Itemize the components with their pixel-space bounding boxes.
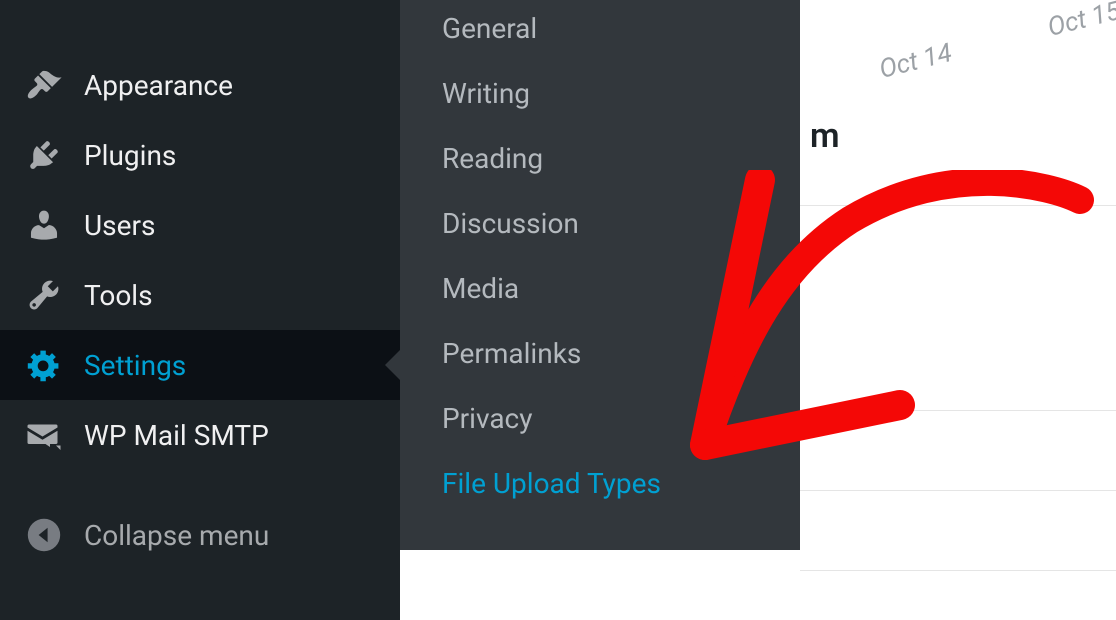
date-label: Oct 15	[1045, 0, 1116, 43]
content-partial-text: m	[810, 116, 840, 156]
menu-item-label: Settings	[84, 349, 186, 382]
tools-icon	[20, 271, 68, 319]
submenu-item-permalinks[interactable]: Permalinks	[400, 321, 800, 386]
date-labels: Oct 14 Oct 15	[876, 0, 1116, 85]
divider	[800, 410, 1116, 411]
collapse-label: Collapse menu	[84, 519, 269, 552]
plugins-icon	[20, 131, 68, 179]
appearance-icon	[20, 61, 68, 109]
submenu-item-general[interactable]: General	[400, 0, 800, 61]
menu-item-tools[interactable]: Tools	[0, 260, 400, 330]
menu-item-plugins[interactable]: Plugins	[0, 120, 400, 190]
menu-item-label: Plugins	[84, 139, 176, 172]
menu-item-label: Users	[84, 209, 155, 242]
menu-item-label: Tools	[84, 279, 153, 312]
menu-item-users[interactable]: Users	[0, 190, 400, 260]
menu-item-label: WP Mail SMTP	[84, 419, 269, 452]
collapse-menu[interactable]: Collapse menu	[0, 500, 400, 570]
users-icon	[20, 201, 68, 249]
mail-icon	[20, 411, 68, 459]
divider	[800, 570, 1116, 571]
collapse-icon	[20, 511, 68, 559]
submenu-item-discussion[interactable]: Discussion	[400, 191, 800, 256]
menu-item-label: Appearance	[84, 69, 233, 102]
submenu-item-media[interactable]: Media	[400, 256, 800, 321]
settings-icon	[20, 341, 68, 389]
settings-submenu: General Writing Reading Discussion Media…	[400, 0, 800, 550]
menu-item-settings[interactable]: Settings	[0, 330, 400, 400]
date-label: Oct 14	[876, 38, 955, 85]
divider	[800, 205, 1116, 206]
divider	[800, 490, 1116, 491]
submenu-item-privacy[interactable]: Privacy	[400, 386, 800, 451]
menu-item-wp-mail-smtp[interactable]: WP Mail SMTP	[0, 400, 400, 470]
submenu-item-reading[interactable]: Reading	[400, 126, 800, 191]
submenu-item-writing[interactable]: Writing	[400, 61, 800, 126]
submenu-item-file-upload-types[interactable]: File Upload Types	[400, 451, 800, 516]
menu-item-appearance[interactable]: Appearance	[0, 50, 400, 120]
admin-sidebar: Appearance Plugins Users Tools Settings …	[0, 0, 400, 620]
